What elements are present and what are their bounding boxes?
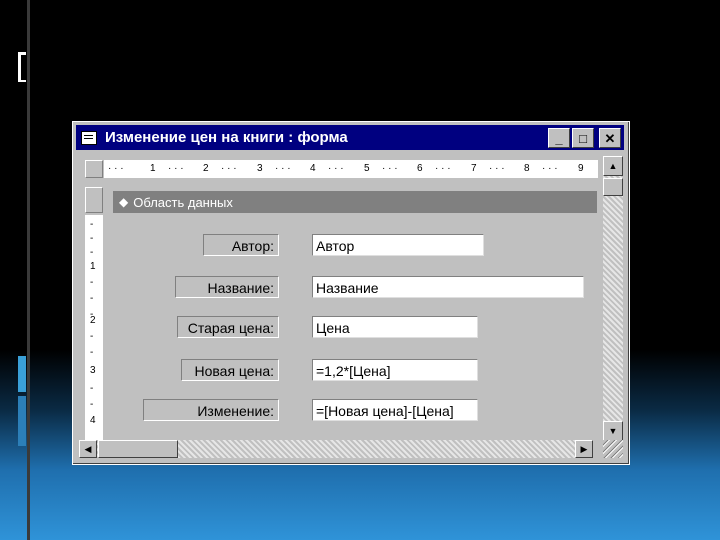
ruler-dots: - [90,399,94,410]
field-new-price[interactable]: =1,2*[Цена] [312,359,478,381]
field-old-price[interactable]: Цена [312,316,478,338]
ruler-dots: - [90,277,94,288]
maximize-button[interactable]: □ [572,128,594,148]
ruler-dots: · · · [382,163,398,174]
detail-section-header[interactable]: ◆ Область данных [113,191,597,213]
slide-left-bar [27,0,30,540]
ruler-mark: 1 [150,163,156,174]
scroll-left-button[interactable]: ◀ [79,440,97,458]
ruler-mark: 4 [90,415,96,426]
slide-accent-low [18,396,26,446]
ruler-dots: - [90,331,94,342]
ruler-mark: 8 [524,163,530,174]
scroll-down-button[interactable]: ▼ [603,421,623,441]
ruler-mark: 1 [90,261,96,272]
ruler-dots: - [90,219,94,230]
ruler-dots: · · · [221,163,237,174]
ruler-mark: 6 [417,163,423,174]
scroll-up-button[interactable]: ▲ [603,156,623,176]
field-change[interactable]: =[Новая цена]-[Цена] [312,399,478,421]
ruler-mark: 2 [90,315,96,326]
ruler-dots: · · · [168,163,184,174]
ruler-mark: 4 [310,163,316,174]
ruler-dots: · · · [108,163,124,174]
ruler-dots: · · · [275,163,291,174]
ruler-mark: 2 [203,163,209,174]
vertical-scrollbar[interactable]: ▲ ▼ [603,156,623,441]
label-author[interactable]: Автор: [203,234,279,256]
resize-grip[interactable] [603,440,623,458]
ruler-dots: · · · [489,163,505,174]
minimize-button[interactable]: _ [548,128,570,148]
field-title[interactable]: Название [312,276,584,298]
ruler-dots: · · · [435,163,451,174]
section-label: Область данных [133,194,233,210]
ruler-mark: 3 [90,365,96,376]
slide-accent-mid [18,356,26,392]
field-author[interactable]: Автор [312,234,484,256]
ruler-mark: 7 [471,163,477,174]
slide-accent-top-inner [21,55,26,80]
label-new-price[interactable]: Новая цена: [181,359,279,381]
scroll-right-button[interactable]: ▶ [575,440,593,458]
ruler-mark: 3 [257,163,263,174]
form-selector[interactable] [85,160,103,178]
vertical-ruler[interactable]: - - - 1 - - - 2 - - 3 - - 4 [85,215,103,440]
ruler-dots: - [90,233,94,244]
ruler-dots: - [90,347,94,358]
detail-section-area[interactable]: Автор: Автор Название: Название Старая ц… [113,214,597,440]
ruler-dots: · · · [542,163,558,174]
section-selector[interactable] [85,187,103,213]
ruler-mark: 9 [578,163,584,174]
window-title: Изменение цен на книги : форма [105,129,348,146]
ruler-dots: - [90,293,94,304]
form-icon[interactable] [81,130,97,145]
section-marker-icon: ◆ [119,195,129,209]
ruler-mark: 5 [364,163,370,174]
window-controls: _ □ ✕ [548,128,621,148]
label-change[interactable]: Изменение: [143,399,279,421]
horizontal-ruler[interactable]: · · · 1 2 3 4 5 6 7 8 9 · · · · · · · · … [104,160,598,178]
vertical-scroll-thumb[interactable] [603,178,623,196]
ruler-dots: - [90,383,94,394]
label-title[interactable]: Название: [175,276,279,298]
form-design-window: Изменение цен на книги : форма _ □ ✕ · ·… [72,121,630,465]
close-button[interactable]: ✕ [599,128,621,148]
window-titlebar[interactable]: Изменение цен на книги : форма _ □ ✕ [76,125,624,150]
horizontal-scrollbar[interactable]: ◀ ▶ [79,440,593,458]
ruler-dots: - [90,247,94,258]
label-old-price[interactable]: Старая цена: [177,316,279,338]
horizontal-scroll-thumb[interactable] [98,440,178,458]
ruler-dots: · · · [328,163,344,174]
